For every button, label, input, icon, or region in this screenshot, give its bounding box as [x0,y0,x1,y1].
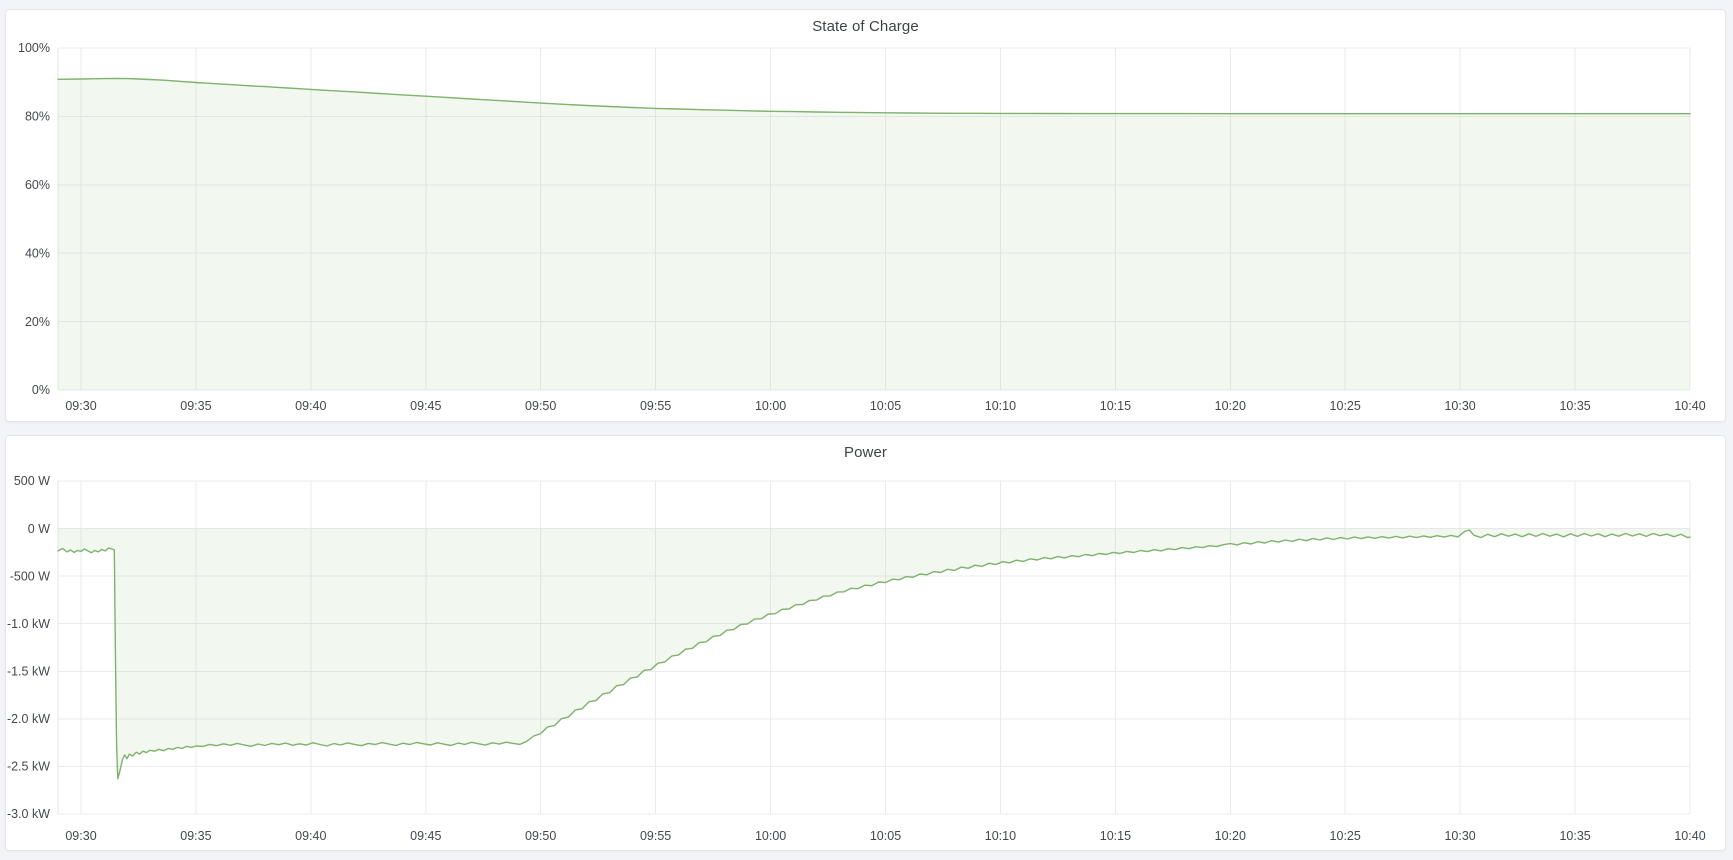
x-axis-tick-label: 10:05 [870,399,901,413]
soc-panel: State of Charge 100%80%60%40%20%0%09:300… [5,9,1726,422]
y-axis-tick-label: -1.5 kW [7,665,50,679]
x-axis-tick-label: 10:00 [755,829,786,843]
series-area [58,78,1690,390]
x-axis-tick-label: 10:10 [985,829,1016,843]
y-axis-tick-label: 20% [25,315,50,329]
x-axis-tick-label: 10:30 [1444,399,1475,413]
y-axis-tick-label: 100% [18,41,50,55]
y-axis-tick-label: -3.0 kW [7,807,50,821]
x-axis-tick-label: 10:00 [755,399,786,413]
series-area [58,529,1690,779]
x-axis-tick-label: 10:35 [1559,399,1590,413]
x-axis-tick-label: 09:35 [180,829,211,843]
x-axis-tick-label: 09:55 [640,829,671,843]
x-axis-tick-label: 09:50 [525,829,556,843]
x-axis-tick-label: 10:15 [1100,399,1131,413]
x-axis-tick-label: 10:30 [1444,829,1475,843]
x-axis-tick-label: 09:45 [410,829,441,843]
x-axis-tick-label: 09:30 [65,399,96,413]
x-axis-tick-label: 09:50 [525,399,556,413]
power-chart[interactable]: 500 W 0 W -500 W -1.0 kW -1.5 kW -2.0 kW -2.5 … [6,436,1725,850]
y-axis-tick-label: 500 W [14,474,50,488]
x-axis-tick-label: 10:20 [1215,829,1246,843]
y-axis-tick-label: 40% [25,246,50,260]
x-axis-tick-label: 10:05 [870,829,901,843]
x-axis-tick-label: 10:25 [1330,399,1361,413]
y-axis-tick-label: 0% [32,383,50,397]
y-axis-tick-label: 60% [25,178,50,192]
x-axis-tick-label: 10:25 [1330,829,1361,843]
x-axis-tick-label: 09:40 [295,829,326,843]
soc-chart[interactable]: 100% 80% 60% 40% 20% 0% 09:30 09:35 09:40 09:45 09… [6,10,1725,421]
x-axis-tick-label: 10:35 [1559,829,1590,843]
x-axis-tick-label: 10:15 [1100,829,1131,843]
x-axis-tick-label: 09:45 [410,399,441,413]
y-axis-tick-label: 0 W [28,522,50,536]
power-panel: Power 500 W0 W-500 W-1.0 kW-1.5 kW-2.0 k… [5,435,1726,851]
x-axis-tick-label: 09:55 [640,399,671,413]
y-axis-tick-label: -2.0 kW [7,712,50,726]
y-axis-tick-label: -500 W [10,569,50,583]
x-axis-tick-label: 09:35 [180,399,211,413]
x-axis-tick-label: 09:40 [295,399,326,413]
x-axis-tick-label: 09:30 [65,829,96,843]
y-axis-tick-label: -1.0 kW [7,617,50,631]
x-axis-tick-label: 10:40 [1674,399,1705,413]
y-axis-tick-label: -2.5 kW [7,760,50,774]
y-axis-tick-label: 80% [25,110,50,124]
x-axis-tick-label: 10:20 [1215,399,1246,413]
x-axis-tick-label: 10:10 [985,399,1016,413]
x-axis-tick-label: 10:40 [1674,829,1705,843]
